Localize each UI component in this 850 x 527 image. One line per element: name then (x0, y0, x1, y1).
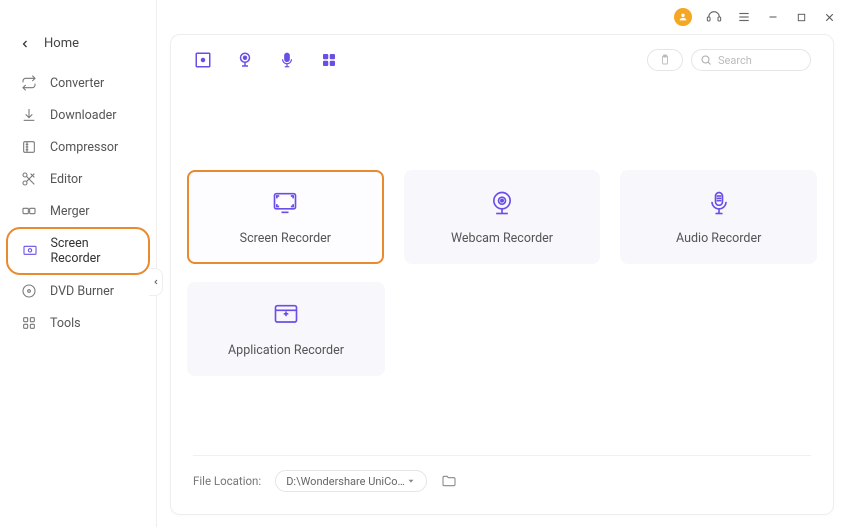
sidebar-item-tools[interactable]: Tools (6, 307, 150, 339)
screen-recorder-card-icon (271, 189, 299, 217)
converter-icon (20, 74, 38, 92)
sidebar-item-screen-recorder[interactable]: Screen Recorder (6, 227, 150, 275)
search-box[interactable] (691, 49, 811, 71)
audio-recorder-card-icon (705, 189, 733, 217)
open-folder-button[interactable] (441, 473, 457, 489)
editor-icon (20, 170, 38, 188)
file-location-path: D:\Wondershare UniConverter 1 (286, 475, 406, 488)
home-label: Home (44, 36, 79, 51)
toolbar (193, 49, 811, 71)
user-avatar[interactable] (674, 8, 692, 26)
card-webcam-recorder[interactable]: Webcam Recorder (404, 170, 601, 264)
merger-icon (20, 202, 38, 220)
dvd-burner-icon (20, 282, 38, 300)
footer: File Location: D:\Wondershare UniConvert… (193, 455, 811, 492)
card-label: Audio Recorder (676, 231, 761, 246)
card-audio-recorder[interactable]: Audio Recorder (620, 170, 817, 264)
compressor-icon (20, 138, 38, 156)
downloader-icon (20, 106, 38, 124)
sidebar-collapse-button[interactable] (149, 268, 163, 296)
file-location-select[interactable]: D:\Wondershare UniConverter 1 (275, 470, 427, 492)
sidebar-item-dvd-burner[interactable]: DVD Burner (6, 275, 150, 307)
sidebar-item-label: Editor (50, 172, 82, 187)
sidebar-item-converter[interactable]: Converter (6, 67, 150, 99)
screen-recorder-icon (22, 242, 38, 260)
card-screen-recorder[interactable]: Screen Recorder (187, 170, 384, 264)
search-input[interactable] (718, 54, 802, 67)
card-label: Application Recorder (228, 343, 344, 358)
sidebar-item-label: Converter (50, 76, 104, 91)
mode-audio-icon[interactable] (277, 50, 297, 70)
toolbar-right (647, 49, 811, 71)
application-recorder-card-icon (272, 301, 300, 329)
sidebar-item-merger[interactable]: Merger (6, 195, 150, 227)
clipboard-button[interactable] (647, 49, 683, 71)
sidebar-item-label: Downloader (50, 108, 117, 123)
maximize-button[interactable] (794, 10, 808, 24)
minimize-button[interactable] (766, 10, 780, 24)
home-header: Home (0, 28, 156, 67)
sidebar-item-label: Tools (50, 316, 81, 331)
close-button[interactable] (822, 10, 836, 24)
card-label: Webcam Recorder (451, 231, 553, 246)
mode-icons (193, 50, 339, 70)
chevron-down-icon (406, 476, 416, 486)
search-icon (700, 54, 712, 66)
sidebar-item-label: Compressor (50, 140, 118, 155)
sidebar: Home Converter Downloader Compressor Edi… (0, 0, 157, 527)
cards-area: Screen Recorder Webcam Recorder Audio Re… (187, 170, 817, 394)
mode-webcam-icon[interactable] (235, 50, 255, 70)
file-location-label: File Location: (193, 474, 261, 488)
sidebar-item-label: DVD Burner (50, 284, 114, 299)
card-application-recorder[interactable]: Application Recorder (187, 282, 385, 376)
sidebar-item-label: Merger (50, 204, 90, 219)
sidebar-item-downloader[interactable]: Downloader (6, 99, 150, 131)
webcam-recorder-card-icon (488, 189, 516, 217)
card-label: Screen Recorder (240, 231, 331, 246)
mode-screen-icon[interactable] (193, 50, 213, 70)
sidebar-item-editor[interactable]: Editor (6, 163, 150, 195)
mode-apps-icon[interactable] (319, 50, 339, 70)
back-icon[interactable] (18, 37, 32, 51)
sidebar-item-compressor[interactable]: Compressor (6, 131, 150, 163)
tools-icon (20, 314, 38, 332)
support-icon[interactable] (706, 9, 722, 25)
main-panel: Screen Recorder Webcam Recorder Audio Re… (170, 34, 834, 515)
menu-icon[interactable] (736, 9, 752, 25)
titlebar (674, 0, 850, 28)
sidebar-item-label: Screen Recorder (50, 236, 134, 266)
